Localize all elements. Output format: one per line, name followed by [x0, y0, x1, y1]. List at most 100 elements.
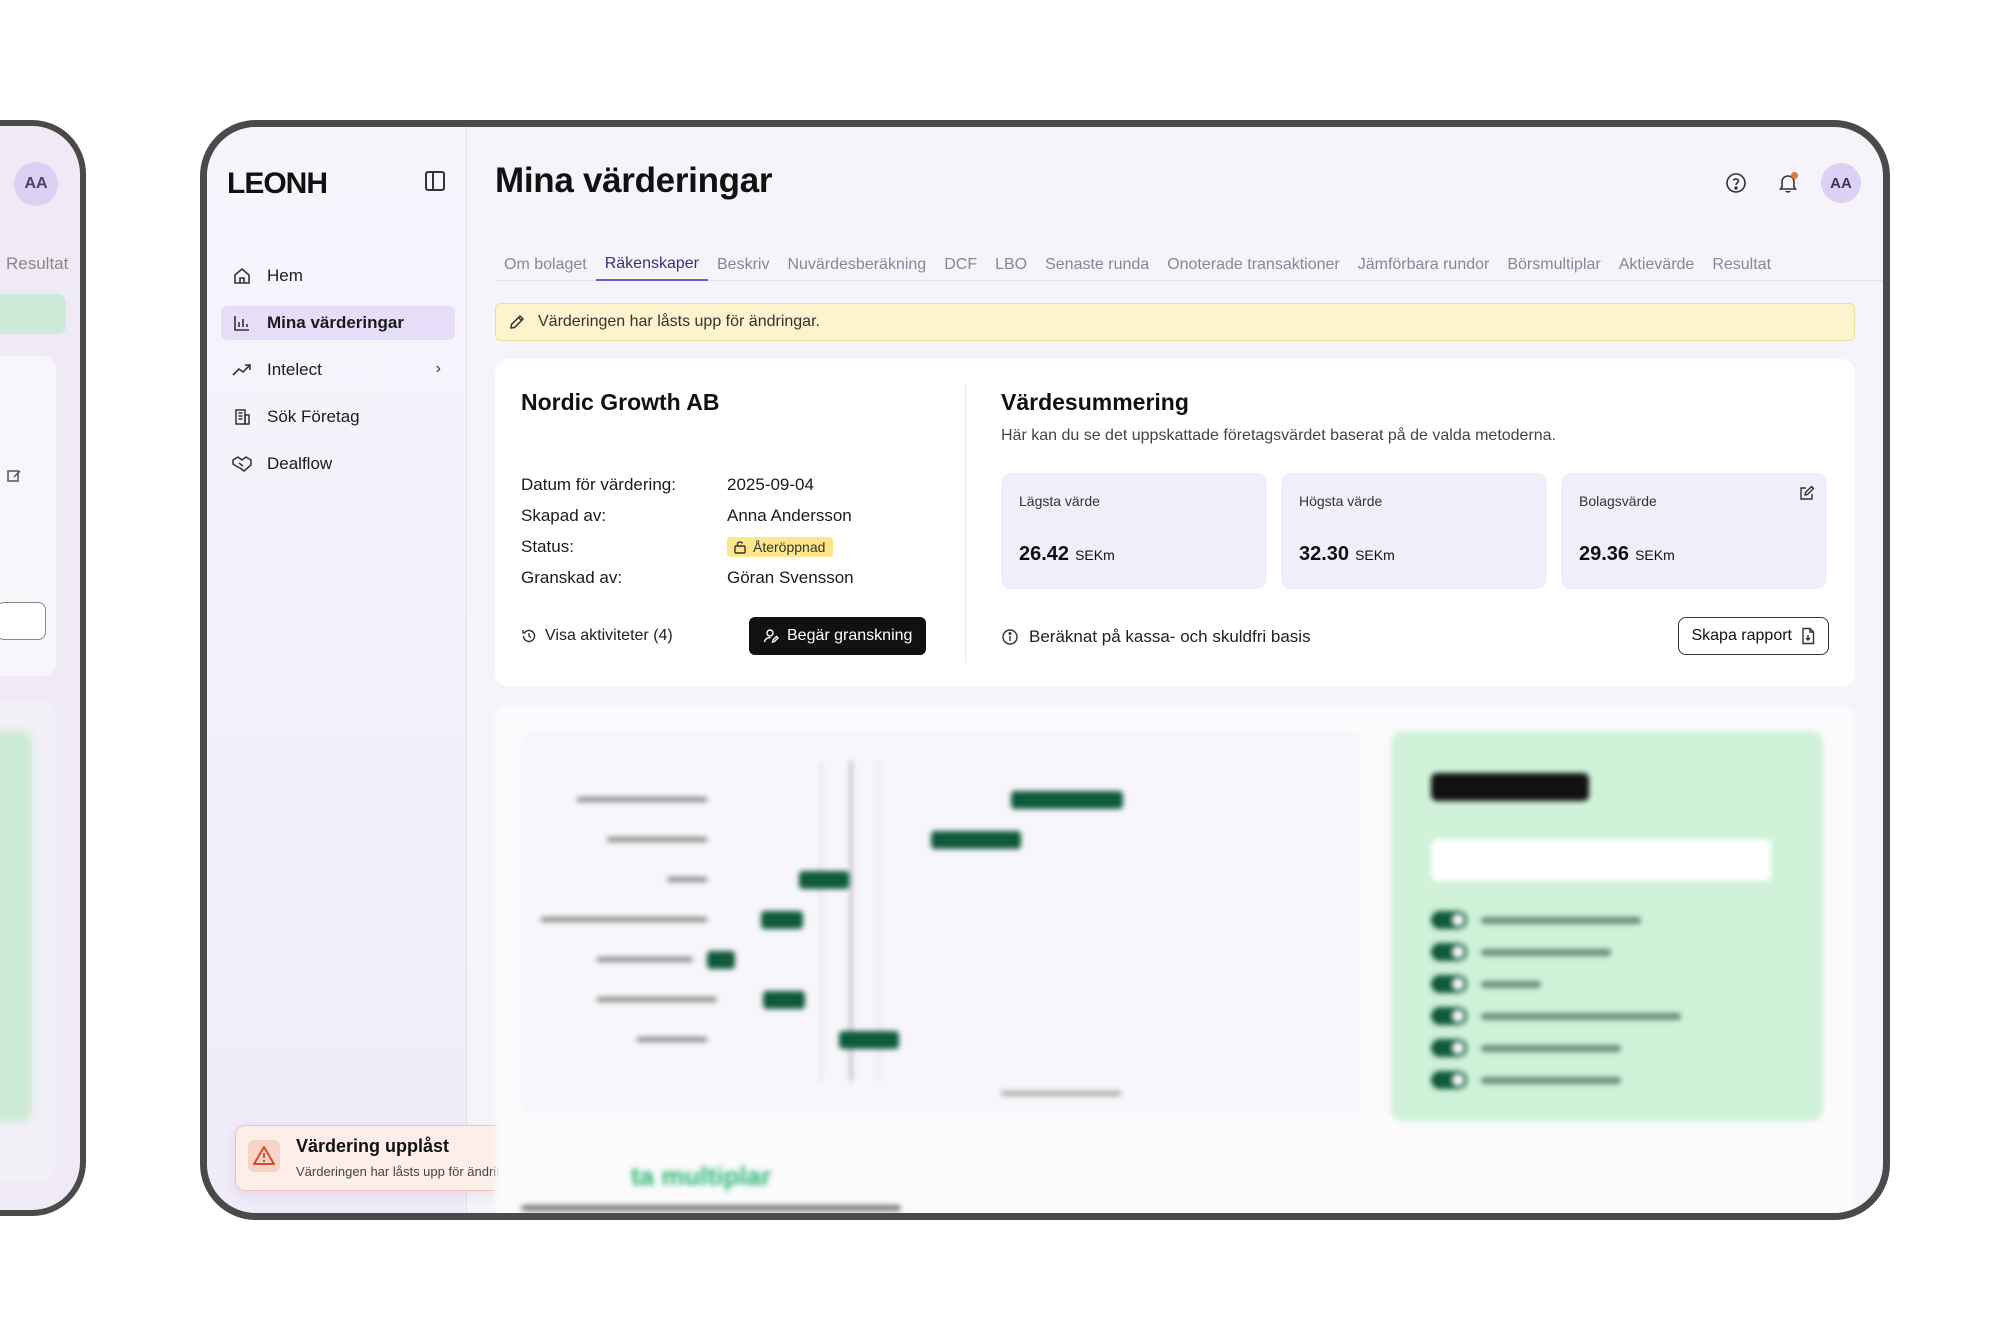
- meta-row-reviewed-by: Granskad av: Göran Svensson: [521, 562, 854, 593]
- alert-text: Värderingen har låsts upp för ändringar.: [538, 313, 820, 330]
- meta-value: Anna Andersson: [727, 505, 852, 525]
- status-badge: Återöppnad: [727, 536, 834, 557]
- sidebar-item-intelect[interactable]: Intelect ›: [221, 353, 455, 387]
- sidebar-item-label: Mina värderingar: [267, 313, 404, 332]
- panel-description-box: [1431, 839, 1771, 881]
- summary-title: Värdesummering: [1001, 389, 1189, 415]
- meta-label: Datum för värdering:: [521, 474, 676, 494]
- sidebar-item-hem[interactable]: Hem: [221, 259, 455, 293]
- ghost-tab-resultat: Resultat: [6, 254, 69, 273]
- sidebar-nav: Hem Mina värderingar Intelect › Sök Före…: [221, 259, 455, 494]
- toggle-switch[interactable]: [1431, 1039, 1467, 1057]
- trending-up-icon: [231, 359, 253, 381]
- handshake-icon: [231, 453, 253, 475]
- ghost-green-bar: [0, 294, 66, 334]
- sidebar-toggle-icon[interactable]: [425, 171, 445, 191]
- create-report-button[interactable]: Skapa rapport: [1678, 617, 1829, 655]
- warning-icon: [248, 1140, 280, 1172]
- method-toggle-item[interactable]: [1431, 943, 1611, 961]
- panel-action-button[interactable]: [1431, 773, 1589, 801]
- edit-icon[interactable]: [1799, 485, 1815, 506]
- toggle-switch[interactable]: [1431, 943, 1467, 961]
- tab-dcf[interactable]: DCF: [935, 249, 986, 281]
- tab-nuvardesberakning[interactable]: Nuvärdesberäkning: [778, 249, 935, 281]
- meta-label: Status:: [521, 536, 574, 556]
- sidebar-item-label: Hem: [267, 266, 303, 285]
- view-activities-label: Visa aktiviteter (4): [545, 627, 673, 644]
- sidebar-item-sok-foretag[interactable]: Sök Företag: [221, 400, 455, 434]
- building-icon: [231, 406, 253, 428]
- logo[interactable]: LEONH: [227, 167, 328, 201]
- summary-description: Här kan du se det uppskattade företagsvä…: [1001, 427, 1557, 444]
- info-icon: [1002, 629, 1018, 645]
- tab-lbo[interactable]: LBO: [986, 249, 1036, 281]
- document-icon: [1802, 627, 1815, 645]
- value-box-company-value: Bolagsvärde 29.36 SEKm: [1561, 473, 1827, 589]
- sidebar-item-label: Dealflow: [267, 454, 333, 473]
- page-title: Mina värderingar: [495, 161, 773, 200]
- tab-borsmultiplar[interactable]: Börsmultiplar: [1498, 249, 1609, 281]
- value-box-lowest: Lägsta värde 26.42 SEKm: [1001, 473, 1267, 589]
- meta-row-created-by: Skapad av: Anna Andersson: [521, 500, 854, 531]
- value-box-label: Högsta värde: [1299, 493, 1383, 509]
- method-toggle-item[interactable]: [1431, 975, 1541, 993]
- meta-label: Granskad av:: [521, 567, 623, 587]
- card-divider: [965, 383, 966, 663]
- meta-row-date: Datum för värdering: 2025-09-04: [521, 469, 854, 500]
- sidebar-item-label: Intelect: [267, 360, 322, 379]
- help-icon[interactable]: [1717, 164, 1755, 202]
- tab-resultat[interactable]: Resultat: [1703, 249, 1780, 281]
- tab-rakenskaper[interactable]: Räkenskaper: [595, 249, 708, 281]
- valuation-range-chart: [521, 731, 1361, 1113]
- method-label: [1481, 1076, 1621, 1084]
- method-label: [1481, 1012, 1681, 1020]
- sidebar-item-label: Sök Företag: [267, 407, 360, 426]
- valuation-meta: Datum för värdering: 2025-09-04 Skapad a…: [521, 469, 854, 593]
- toggle-switch[interactable]: [1431, 1071, 1467, 1089]
- method-label: [1481, 980, 1541, 988]
- unlock-alert-banner: Värderingen har låsts upp för ändringar.: [495, 303, 1855, 341]
- sidebar: LEONH Hem Mina värderingar Intelect › Sö…: [207, 127, 607, 1213]
- tab-aktievarde[interactable]: Aktievärde: [1610, 249, 1704, 281]
- toast-title: Värdering upplåst: [296, 1136, 450, 1156]
- meta-label: Skapad av:: [521, 505, 607, 525]
- avatar[interactable]: AA: [1821, 163, 1861, 203]
- ghost-green-panel: [0, 731, 32, 1121]
- history-icon: [522, 629, 536, 643]
- value-number: 32.30: [1299, 543, 1350, 565]
- toggle-switch[interactable]: [1431, 975, 1467, 993]
- sidebar-item-dealflow[interactable]: Dealflow: [221, 447, 455, 481]
- notification-dot: [1791, 172, 1798, 179]
- tab-onoterade-transaktioner[interactable]: Onoterade transaktioner: [1158, 249, 1349, 281]
- ghost-edit-icon: [6, 468, 22, 489]
- method-toggle-item[interactable]: [1431, 1039, 1621, 1057]
- section-subtitle: [521, 1205, 901, 1211]
- value-box-highest: Högsta värde 32.30 SEKm: [1281, 473, 1547, 589]
- view-activities-link[interactable]: Visa aktiviteter (4): [521, 627, 673, 645]
- tab-senaste-runda[interactable]: Senaste runda: [1036, 249, 1158, 281]
- toggle-switch[interactable]: [1431, 911, 1467, 929]
- method-toggle-item[interactable]: [1431, 911, 1641, 929]
- background-device-frame: AA Resultat: [0, 120, 86, 1216]
- method-label: [1481, 948, 1611, 956]
- request-review-button[interactable]: Begär granskning: [749, 617, 927, 655]
- method-toggle-item[interactable]: [1431, 1071, 1621, 1089]
- value-box-label: Lägsta värde: [1019, 493, 1100, 509]
- tab-beskriv[interactable]: Beskriv: [708, 249, 778, 281]
- pencil-icon: [510, 314, 525, 329]
- sidebar-item-mina-varderingar[interactable]: Mina värderingar: [221, 306, 455, 340]
- toggle-switch[interactable]: [1431, 1007, 1467, 1025]
- unlock-icon: [734, 540, 746, 554]
- method-toggle-item[interactable]: [1431, 1007, 1681, 1025]
- company-name: Nordic Growth AB: [521, 389, 720, 415]
- ghost-avatar: AA: [14, 162, 58, 206]
- device-frame: LEONH Hem Mina värderingar Intelect › Sö…: [200, 120, 1890, 1220]
- main-content: Mina värderingar AA Om bolaget Räkenskap…: [469, 127, 1883, 1213]
- status-badge-label: Återöppnad: [753, 538, 826, 555]
- home-icon: [231, 265, 253, 287]
- bell-icon[interactable]: [1769, 164, 1807, 202]
- value-box-amount: 26.42 SEKm: [1019, 543, 1115, 566]
- tab-om-bolaget[interactable]: Om bolaget: [495, 249, 596, 281]
- tab-jamforbara-rundor[interactable]: Jämförbara rundor: [1349, 249, 1499, 281]
- chart-svg: [541, 761, 1123, 1096]
